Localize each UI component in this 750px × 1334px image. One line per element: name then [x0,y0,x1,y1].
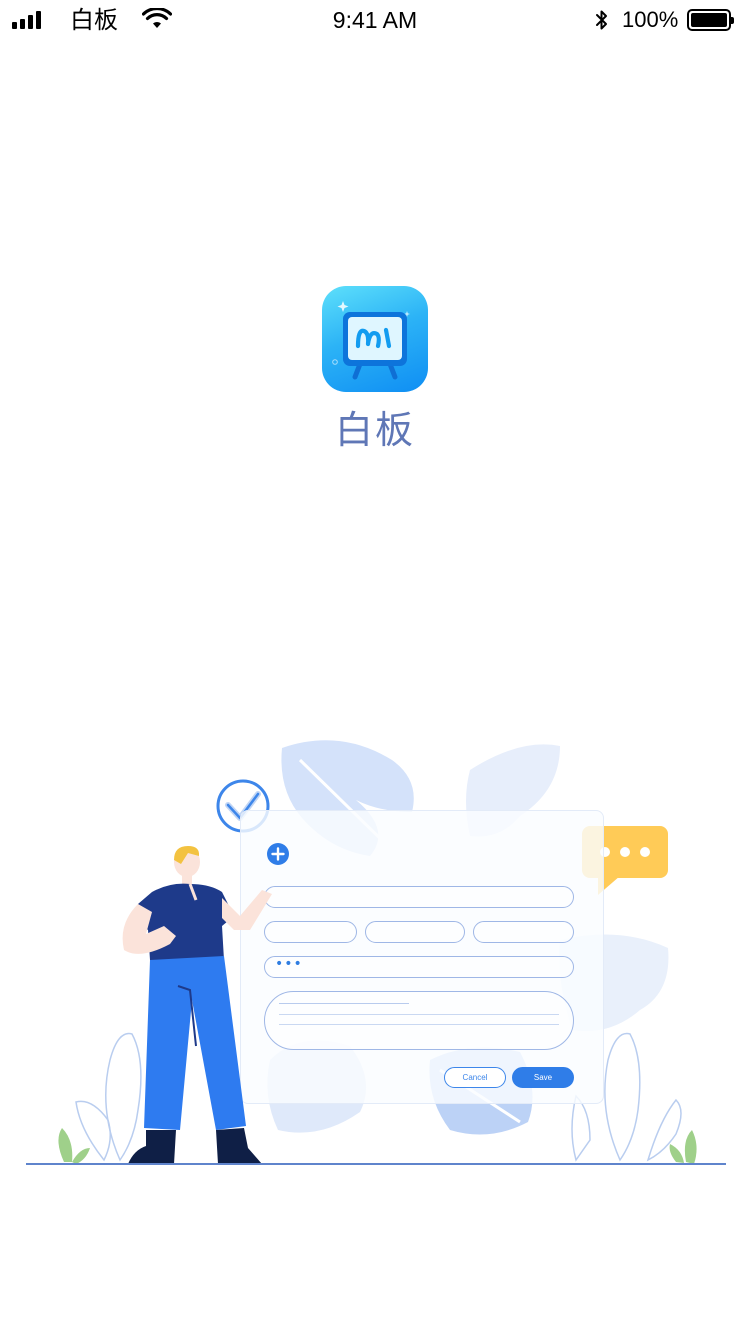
battery-level-fill [691,13,727,27]
splash-screen: 白板 9:41 AM 100% 白板 ••• Cancel Save [0,0,750,1334]
status-bar: 白板 9:41 AM 100% [0,0,750,40]
whiteboard-glyph-icon [332,301,410,380]
cancel-button: Cancel [444,1067,506,1088]
password-field: ••• [264,956,574,978]
textarea-field [264,991,574,1050]
bluetooth-icon [596,10,607,30]
app-name: 白板 [334,408,415,452]
person-figure [122,846,272,1164]
textarea-line [279,1024,559,1025]
battery-percent: 100% [622,7,679,32]
text-field-small-3 [473,921,574,943]
text-field-small-2 [365,921,465,943]
battery-icon [687,9,734,31]
textarea-line [279,1014,559,1015]
save-button: Save [512,1067,574,1088]
text-field-full [264,886,574,908]
whiteboard-app-icon [322,286,428,392]
ground-line [26,1163,726,1165]
textarea-line [279,1003,409,1004]
